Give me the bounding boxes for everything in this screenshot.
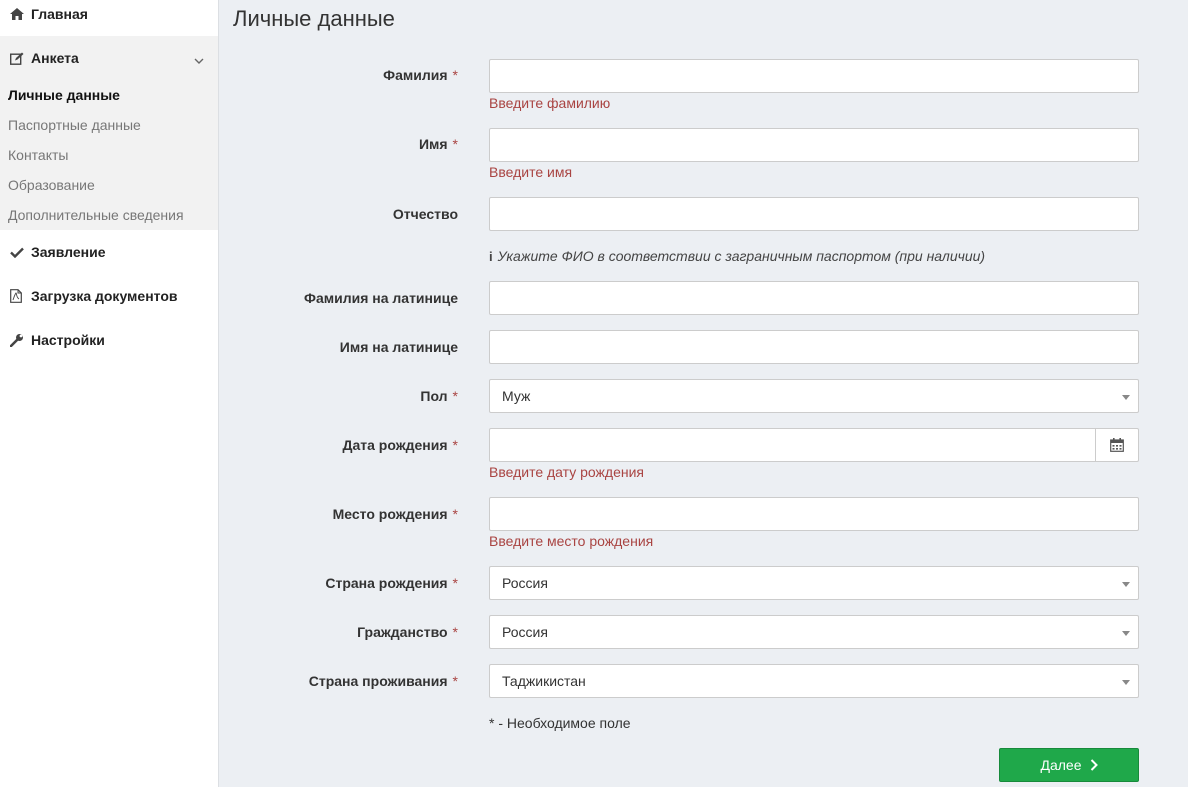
- sidebar-subitem-personal[interactable]: Личные данные: [8, 87, 120, 103]
- lastname-latin-label: Фамилия на латинице: [304, 290, 458, 306]
- lastname-label-text: Фамилия: [383, 67, 448, 83]
- caret-down-icon: [1122, 582, 1130, 587]
- sidebar-item-home[interactable]: Главная: [0, 0, 218, 34]
- patronymic-input[interactable]: [489, 197, 1139, 231]
- caret-down-icon: [1122, 631, 1130, 636]
- citizenship-label-text: Гражданство: [357, 624, 448, 640]
- lastname-error: Введите фамилию: [489, 95, 611, 111]
- residence-country-label-text: Страна проживания: [308, 673, 448, 689]
- lastname-input[interactable]: [489, 59, 1139, 93]
- required-asterisk: *: [452, 136, 458, 152]
- sidebar-item-label: Загрузка документов: [31, 288, 178, 304]
- pdf-file-icon: [10, 289, 27, 303]
- fio-hint: i Укажите ФИО в соответствии с заграничн…: [489, 248, 985, 264]
- sidebar-subitem-additional[interactable]: Дополнительные сведения: [8, 207, 184, 223]
- caret-down-icon: [1122, 395, 1130, 400]
- residence-country-value: Таджикистан: [502, 673, 586, 689]
- birth-country-label-text: Страна рождения: [325, 575, 448, 591]
- wrench-icon: [10, 333, 27, 347]
- birth-country-label: Страна рождения *: [325, 575, 458, 591]
- sidebar-item-settings[interactable]: Настройки: [0, 320, 218, 360]
- sidebar-item-label: Главная: [31, 6, 88, 22]
- required-asterisk: *: [452, 624, 458, 640]
- birthdate-error: Введите дату рождения: [489, 464, 644, 480]
- caret-down-icon: [1122, 680, 1130, 685]
- next-button-label: Далее: [1040, 757, 1082, 773]
- birthdate-group: [489, 428, 1139, 462]
- sidebar-subitem-contacts[interactable]: Контакты: [8, 147, 68, 163]
- firstname-latin-input[interactable]: [489, 330, 1139, 364]
- lastname-latin-input[interactable]: [489, 281, 1139, 315]
- chevron-down-icon[interactable]: [194, 52, 204, 68]
- firstname-latin-label: Имя на латинице: [339, 339, 458, 355]
- gender-label: Пол *: [420, 388, 458, 404]
- birth-country-select[interactable]: Россия: [489, 566, 1139, 600]
- required-field-note: * - Необходимое поле: [489, 715, 631, 731]
- gender-label-text: Пол: [420, 388, 448, 404]
- required-asterisk: *: [452, 67, 458, 83]
- home-icon: [10, 8, 27, 20]
- chevron-right-icon: [1090, 759, 1098, 771]
- required-asterisk: *: [452, 506, 458, 522]
- residence-country-label: Страна проживания *: [309, 673, 458, 689]
- firstname-input[interactable]: [489, 128, 1139, 162]
- citizenship-value: Россия: [502, 624, 548, 640]
- page-title: Личные данные: [233, 6, 395, 31]
- calendar-icon: [1110, 438, 1124, 452]
- sidebar-item-label: Анкета: [31, 50, 79, 66]
- sidebar-item-anketa[interactable]: Анкета: [0, 38, 218, 78]
- sidebar-subitem-education[interactable]: Образование: [8, 177, 95, 193]
- birthdate-label: Дата рождения *: [343, 437, 459, 453]
- citizenship-label: Гражданство *: [357, 624, 458, 640]
- required-asterisk: *: [452, 388, 458, 404]
- firstname-error: Введите имя: [489, 164, 573, 180]
- birthplace-label: Место рождения *: [333, 506, 458, 522]
- birthplace-input[interactable]: [489, 497, 1139, 531]
- lastname-label: Фамилия *: [383, 67, 458, 83]
- patronymic-label: Отчество: [392, 206, 458, 222]
- gender-select-value: Муж: [502, 388, 531, 404]
- firstname-label-text: Имя: [418, 136, 448, 152]
- sidebar-anketa-group: Анкета Личные данные Паспортные данные К…: [0, 36, 218, 230]
- birth-country-value: Россия: [502, 575, 548, 591]
- fio-hint-text: Укажите ФИО в соответствии с заграничным…: [497, 248, 986, 264]
- next-button[interactable]: Далее: [999, 748, 1139, 782]
- sidebar-item-label: Настройки: [31, 332, 105, 348]
- sidebar: Главная Анкета Личные данные Паспортные …: [0, 0, 219, 787]
- birthplace-label-text: Место рождения: [332, 506, 448, 522]
- birthplace-error: Введите место рождения: [489, 533, 654, 549]
- birthdate-input[interactable]: [489, 428, 1096, 462]
- birthdate-label-text: Дата рождения: [342, 437, 448, 453]
- calendar-button[interactable]: [1095, 428, 1139, 462]
- required-asterisk: *: [452, 575, 458, 591]
- sidebar-subitem-passport[interactable]: Паспортные данные: [8, 117, 141, 133]
- citizenship-select[interactable]: Россия: [489, 615, 1139, 649]
- firstname-label: Имя *: [419, 136, 458, 152]
- edit-icon: [10, 52, 27, 65]
- sidebar-item-upload[interactable]: Загрузка документов: [0, 276, 218, 316]
- info-icon: i: [489, 248, 493, 264]
- required-asterisk: *: [452, 673, 458, 689]
- sidebar-item-label: Заявление: [31, 244, 106, 260]
- main-content: Личные данные Фамилия * Введите фамилию И…: [219, 0, 1188, 787]
- gender-select[interactable]: Муж: [489, 379, 1139, 413]
- required-asterisk: *: [452, 437, 458, 453]
- sidebar-item-statement[interactable]: Заявление: [0, 232, 218, 272]
- check-icon: [10, 247, 27, 258]
- residence-country-select[interactable]: Таджикистан: [489, 664, 1139, 698]
